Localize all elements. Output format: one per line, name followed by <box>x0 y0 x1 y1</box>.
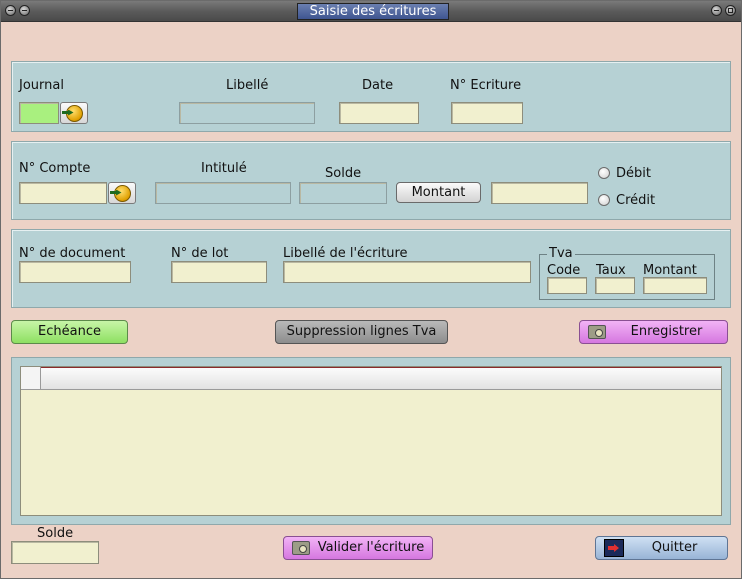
date-label: Date <box>362 78 394 93</box>
tva-taux-label: Taux <box>596 263 626 278</box>
lot-input[interactable] <box>171 261 267 283</box>
arrow-disc-icon <box>113 184 131 202</box>
title-bar: Saisie des écritures <box>1 1 741 22</box>
lines-table[interactable] <box>20 366 722 516</box>
ecriture-label: N° Ecriture <box>450 78 522 93</box>
close-icon[interactable] <box>725 5 736 16</box>
montant-input[interactable] <box>491 182 588 204</box>
footer-solde-label: Solde <box>37 526 74 541</box>
credit-radio[interactable] <box>598 194 610 206</box>
tva-title: Tva <box>547 246 575 261</box>
montant-button[interactable]: Montant <box>396 182 481 203</box>
quitter-label: Quitter <box>651 540 698 555</box>
journal-input[interactable] <box>19 102 59 124</box>
enregistrer-button[interactable]: Enregistrer <box>579 320 728 344</box>
date-input[interactable] <box>339 102 419 124</box>
intitule-field <box>155 182 291 204</box>
footer-solde-field <box>11 541 99 564</box>
saisie-window: Saisie des écritures Journal Libellé Dat… <box>0 0 742 579</box>
tva-code-input[interactable] <box>547 277 587 294</box>
ecriture-input[interactable] <box>451 102 523 124</box>
tva-montant-input[interactable] <box>643 277 707 294</box>
minimize-right-icon[interactable] <box>711 5 722 16</box>
libelle-ecriture-label: Libellé de l'écriture <box>283 246 408 261</box>
arrow-disc-icon <box>65 104 83 122</box>
camera-icon <box>588 325 606 339</box>
echeance-button[interactable]: Echéance <box>11 320 128 344</box>
credit-label: Crédit <box>616 193 656 208</box>
enregistrer-label: Enregistrer <box>630 324 703 339</box>
libelle-ecriture-input[interactable] <box>283 261 531 283</box>
valider-label: Valider l'écriture <box>317 540 425 555</box>
camera-icon <box>292 541 310 555</box>
lines-panel <box>11 357 731 525</box>
window-menu-icon[interactable] <box>5 5 16 16</box>
document-label: N° de document <box>19 246 126 261</box>
tva-montant-label: Montant <box>643 263 697 278</box>
minimize-icon[interactable] <box>19 5 30 16</box>
debit-radio[interactable] <box>598 167 610 179</box>
compte-input[interactable] <box>19 182 107 204</box>
compte-label: N° Compte <box>19 161 91 176</box>
solde-compte-field <box>299 182 387 204</box>
tva-taux-input[interactable] <box>595 277 635 294</box>
table-header <box>21 367 721 390</box>
debit-label: Débit <box>616 166 651 181</box>
libelle-field <box>179 102 315 124</box>
compte-group: N° Compte Intitulé Solde Montant Débit C… <box>11 141 731 220</box>
quitter-button[interactable]: Quitter <box>595 536 728 560</box>
journal-group: Journal Libellé Date N° Ecriture <box>11 61 731 132</box>
compte-lookup-button[interactable] <box>108 182 136 204</box>
intitule-label: Intitulé <box>201 161 247 176</box>
window-title: Saisie des écritures <box>297 3 449 20</box>
libelle-label: Libellé <box>226 78 269 93</box>
header-top-line <box>21 367 721 368</box>
journal-lookup-button[interactable] <box>60 102 88 124</box>
table-corner-cell[interactable] <box>21 367 41 389</box>
lot-label: N° de lot <box>171 246 229 261</box>
tva-code-label: Code <box>547 263 581 278</box>
valider-button[interactable]: Valider l'écriture <box>283 536 433 560</box>
exit-icon <box>604 539 624 557</box>
suppression-tva-button[interactable]: Suppression lignes Tva <box>275 320 448 344</box>
solde-compte-label: Solde <box>325 166 362 181</box>
document-input[interactable] <box>19 261 131 283</box>
journal-label: Journal <box>19 78 64 93</box>
document-group: N° de document N° de lot Libellé de l'éc… <box>11 229 731 308</box>
